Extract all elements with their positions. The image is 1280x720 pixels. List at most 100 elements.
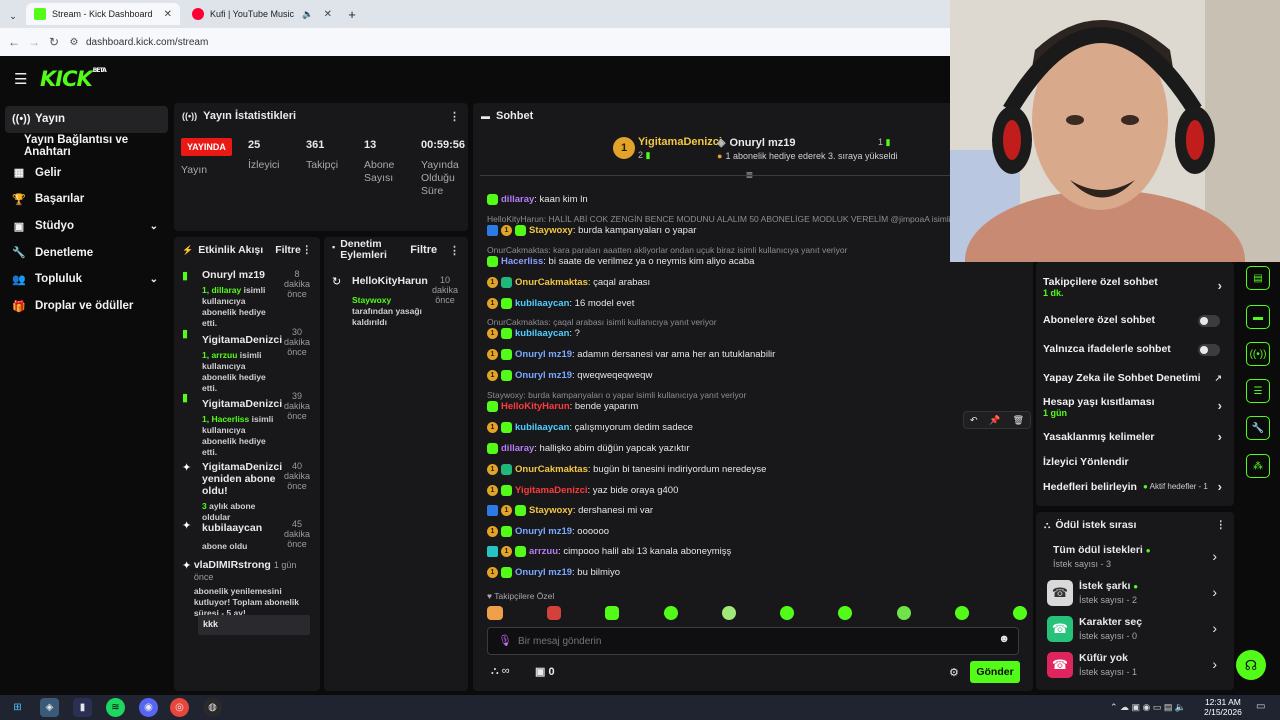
tab-youtube-music[interactable]: Kufi | YouTube Music 🔈 ✕ — [184, 3, 340, 25]
tab-kick-dashboard[interactable]: Stream - Kick Dashboard ✕ — [26, 3, 180, 25]
back-icon[interactable]: ← — [4, 35, 24, 49]
notification-icon[interactable]: ▭ — [1256, 701, 1265, 712]
layout-icon[interactable]: ☰ — [1246, 379, 1270, 403]
close-tab-icon[interactable]: ✕ — [164, 9, 172, 20]
event-user[interactable]: vlaDIMIRstrong — [194, 559, 271, 571]
sidebar-item-gelir[interactable]: ▦ Gelir — [0, 159, 170, 186]
sidebar-item-droplar[interactable]: 🎁 Droplar ve ödüller — [0, 293, 170, 320]
event-user[interactable]: kubilaaycan — [202, 522, 280, 534]
setting-subscribers-only[interactable]: Abonelere özel sohbet — [1043, 314, 1228, 327]
forward-icon[interactable]: → — [24, 35, 44, 49]
filter-button[interactable]: Filtre — [410, 244, 437, 256]
new-tab-button[interactable]: + — [342, 3, 362, 25]
sidebar-item-yayin[interactable]: ((•)) Yayın — [5, 106, 168, 133]
emote-icon[interactable] — [721, 606, 736, 620]
chat-settings-icon[interactable]: ⚙ — [949, 666, 959, 679]
clock[interactable]: 12:31 AM 2/15/2026 — [1204, 697, 1242, 717]
setting-emotes-only[interactable]: Yalnızca ifadelerle sohbet — [1043, 343, 1228, 356]
setting-banned-words[interactable]: Yasaklanmış kelimeler › — [1043, 429, 1228, 444]
send-button[interactable]: Gönder — [970, 661, 1020, 683]
more-options-icon[interactable]: ⋮ — [1216, 519, 1227, 531]
reward-no-swearing[interactable]: ☎ Küfür yok İstek sayısı - 1 › — [1047, 650, 1227, 684]
chat-message[interactable]: 1 Onuryl mz19: adamın dersanesi var ama h… — [487, 346, 775, 362]
chat-message[interactable]: 1 YigitamaDenizci: yaz bide oraya g400 — [487, 482, 678, 498]
kick-logo[interactable]: KICKBETA — [40, 67, 107, 91]
site-info-icon[interactable]: ⚙ — [64, 37, 84, 48]
chat-message[interactable]: 1 OnurCakmaktas: çaqal arabası — [487, 274, 650, 290]
chat-username[interactable]: OnurCakmaktas — [515, 464, 588, 475]
chat-message[interactable]: 1 OnurCakmaktas: bugün bi tanesini indiri… — [487, 461, 766, 477]
sidebar-item-stream-key[interactable]: Yayın Bağlantısı ve Anahtarı — [0, 133, 170, 160]
setting-goals[interactable]: Hedefleri belirleyin ● Aktif hedefler - 1… — [1043, 479, 1228, 494]
reload-icon[interactable]: ↻ — [44, 35, 64, 49]
moderation-user[interactable]: HelloKityHarun — [352, 275, 428, 287]
more-options-icon[interactable]: ⋮ — [302, 244, 313, 256]
event-user[interactable]: YigitamaDenizci — [202, 398, 282, 410]
chat-username[interactable]: Onuryl mz19 — [515, 526, 572, 537]
chat-message[interactable]: 1 arrzuu: cimpooo halil abi 13 kanala abo… — [487, 543, 731, 559]
chat-message[interactable]: dillaray: hallişko abim düğün yapcak yaz… — [487, 440, 690, 456]
chat-message[interactable]: 1 Onuryl mz19: qweqweqeqweqw — [487, 367, 652, 383]
chat-message[interactable]: 1 Onuryl mz19: bu bilmiyo — [487, 564, 620, 580]
chat-message[interactable]: 1 Staywoxy: burda kampanyaları o yapar — [487, 222, 696, 238]
chat-username[interactable]: dillaray — [501, 194, 534, 205]
chat-message[interactable]: 1 kubilaaycan: ? — [487, 325, 580, 341]
setting-account-age[interactable]: Hesap yaşı kısıtlaması 1 gün › — [1043, 396, 1228, 418]
chat-message-input[interactable] — [518, 633, 978, 649]
broadcast-icon[interactable]: ((•)) — [1246, 342, 1270, 366]
community-icon[interactable]: ⁂ — [1246, 454, 1270, 478]
emote-icon[interactable] — [605, 606, 620, 620]
chat-username[interactable]: YigitamaDenizci — [515, 485, 588, 496]
tab-list-button[interactable]: ⌄ — [4, 5, 22, 27]
pin-icon[interactable]: 📌 — [989, 415, 1000, 426]
toggle-switch[interactable] — [1198, 344, 1220, 356]
chat-username[interactable]: Onuryl mz19 — [515, 370, 572, 381]
chest-counter[interactable]: ▣ 0 — [535, 665, 555, 678]
top-gifter-name[interactable]: YigitamaDenizci — [638, 136, 722, 148]
reward-all-requests[interactable]: Tüm ödül istekleri ● İstek sayısı - 3 › — [1047, 542, 1227, 576]
chat-username[interactable]: Onuryl mz19 — [515, 567, 572, 578]
more-options-icon[interactable]: ⋮ — [449, 244, 460, 257]
emote-icon[interactable] — [663, 606, 678, 620]
sidebar-item-studyo[interactable]: ▣ Stüdyo ⌄ — [0, 213, 170, 240]
emote-icon[interactable] — [838, 606, 853, 620]
chat-username[interactable]: Staywoxy — [529, 505, 573, 516]
delete-icon[interactable]: 🗑 — [1013, 415, 1024, 426]
chat-username[interactable]: OnurCakmaktas — [515, 277, 588, 288]
filter-button[interactable]: Filtre — [275, 244, 301, 256]
emote-icon[interactable] — [1012, 606, 1027, 620]
support-headset-icon[interactable]: ☊ — [1236, 650, 1266, 680]
chrome-icon[interactable]: ◎ — [170, 698, 189, 717]
toggle-switch[interactable] — [1198, 315, 1220, 327]
tray-icons[interactable]: ⌃ ☁ ▣ ◉ ▭ ▤ 🔈 — [1110, 702, 1186, 713]
url-field[interactable]: dashboard.kick.com/stream — [86, 37, 208, 48]
more-options-icon[interactable]: ⋮ — [449, 110, 460, 123]
chat-username[interactable]: kubilaaycan — [515, 298, 569, 309]
reward-character-select[interactable]: ☎ Karakter seç İstek sayısı - 0 › — [1047, 614, 1227, 648]
emoji-icon[interactable]: ☻ — [998, 633, 1010, 645]
reply-icon[interactable]: ↶ — [970, 415, 978, 426]
chat-username[interactable]: kubilaaycan — [515, 328, 569, 339]
speaker-icon[interactable]: 🔈 — [302, 9, 313, 20]
obs-icon[interactable]: ◍ — [203, 698, 222, 717]
emote-icon[interactable] — [896, 606, 911, 620]
chat-username[interactable]: dillaray — [501, 443, 534, 454]
event-user[interactable]: Onuryl mz19 — [202, 269, 280, 281]
emote-icon[interactable] — [487, 606, 503, 620]
chat-username[interactable]: Hacerliss — [501, 256, 543, 267]
discord-icon[interactable]: ◉ — [139, 698, 158, 717]
chat-username[interactable]: Staywoxy — [529, 225, 573, 236]
chat-username[interactable]: arrzuu — [529, 546, 558, 557]
setting-ai-moderation[interactable]: Yapay Zeka ile Sohbet Denetimi ↗ — [1043, 372, 1228, 384]
microphone-icon[interactable]: 🎙 — [498, 634, 512, 647]
close-tab-icon[interactable]: ✕ — [324, 9, 332, 20]
spotify-icon[interactable]: ≋ — [106, 698, 125, 717]
chat-username[interactable]: Onuryl mz19 — [515, 349, 572, 360]
app-icon[interactable]: ▮ — [73, 698, 92, 717]
reward-song-request[interactable]: ☎ İstek şarkı ● İstek sayısı - 2 › — [1047, 578, 1227, 612]
chat-message[interactable]: 1 Staywoxy: dershanesi mi var — [487, 502, 653, 518]
event-user[interactable]: YigitamaDenizci — [202, 334, 282, 346]
chat-message[interactable]: 1 Onuryl mz19: oooooo — [487, 523, 609, 539]
chat-message[interactable]: 1 kubilaaycan: çalışmıyorum dedim sadece — [487, 419, 693, 435]
app-icon[interactable]: ◈ — [40, 698, 59, 717]
